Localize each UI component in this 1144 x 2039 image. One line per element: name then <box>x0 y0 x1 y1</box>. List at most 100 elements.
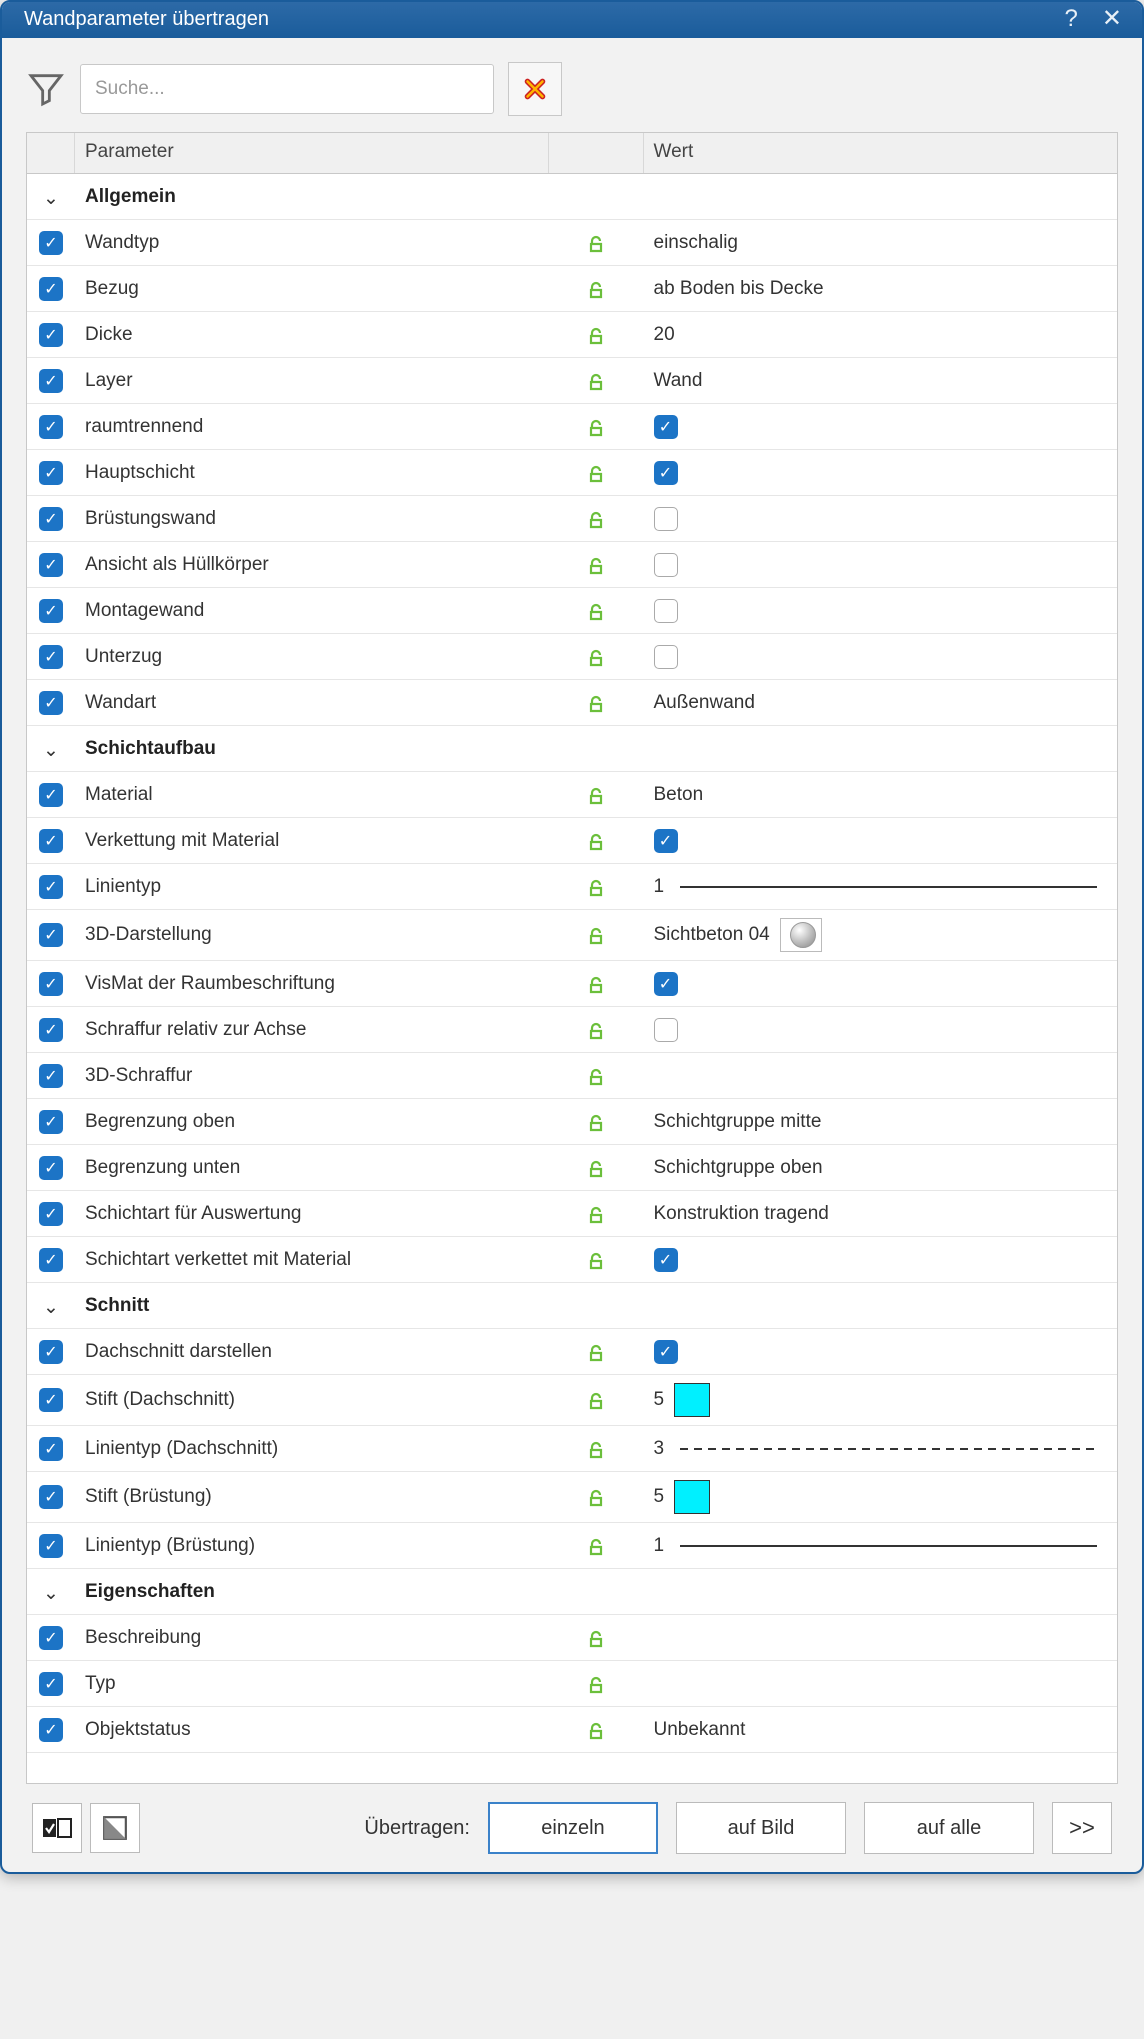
clear-search-button[interactable] <box>508 62 562 116</box>
lock-toggle[interactable] <box>549 1664 644 1704</box>
row-checkbox[interactable]: ✓ <box>39 783 63 807</box>
close-icon[interactable]: ✕ <box>1102 7 1122 31</box>
lock-toggle[interactable] <box>549 407 644 447</box>
row-checkbox[interactable]: ✓ <box>39 829 63 853</box>
row-checkbox[interactable]: ✓ <box>39 553 63 577</box>
lock-toggle[interactable] <box>549 775 644 815</box>
value-text[interactable]: ab Boden bis Decke <box>654 278 824 300</box>
lock-toggle[interactable] <box>549 1380 644 1420</box>
expand-more-button[interactable]: >> <box>1052 1802 1112 1854</box>
row-checkbox[interactable]: ✓ <box>39 1437 63 1461</box>
group-schichtaufbau[interactable]: ⌄ Schichtaufbau <box>27 726 1117 772</box>
lock-toggle[interactable] <box>549 1618 644 1658</box>
row-checkbox[interactable]: ✓ <box>39 323 63 347</box>
transfer-all-button[interactable]: auf alle <box>864 1802 1034 1854</box>
value-text[interactable]: Sichtbeton 04 <box>654 924 770 946</box>
row-checkbox[interactable]: ✓ <box>39 1485 63 1509</box>
row-checkbox[interactable]: ✓ <box>39 1248 63 1272</box>
chevron-down-icon[interactable]: ⌄ <box>39 1296 63 1319</box>
row-checkbox[interactable]: ✓ <box>39 1672 63 1696</box>
value-text[interactable]: 1 <box>654 876 665 898</box>
group-allgemein[interactable]: ⌄ Allgemein <box>27 174 1117 220</box>
row-checkbox[interactable]: ✓ <box>39 1202 63 1226</box>
lock-toggle[interactable] <box>549 1194 644 1234</box>
row-checkbox[interactable]: ✓ <box>39 1110 63 1134</box>
value-text[interactable]: Beton <box>654 784 704 806</box>
lock-toggle[interactable] <box>549 637 644 677</box>
value-checkbox[interactable]: ✓ <box>654 461 678 485</box>
row-checkbox[interactable]: ✓ <box>39 231 63 255</box>
value-text[interactable]: 1 <box>654 1535 665 1557</box>
lock-toggle[interactable] <box>549 1332 644 1372</box>
toggle-all-checkboxes-button[interactable] <box>32 1803 82 1853</box>
contrast-button[interactable] <box>90 1803 140 1853</box>
lock-toggle[interactable] <box>549 1102 644 1142</box>
row-checkbox[interactable]: ✓ <box>39 1340 63 1364</box>
transfer-single-button[interactable]: einzeln <box>488 1802 658 1854</box>
lock-toggle[interactable] <box>549 223 644 263</box>
lock-toggle[interactable] <box>549 1477 644 1517</box>
row-checkbox[interactable]: ✓ <box>39 923 63 947</box>
value-checkbox[interactable] <box>654 645 678 669</box>
row-checkbox[interactable]: ✓ <box>39 645 63 669</box>
value-text[interactable]: 5 <box>654 1389 665 1411</box>
row-checkbox[interactable]: ✓ <box>39 875 63 899</box>
row-checkbox[interactable]: ✓ <box>39 461 63 485</box>
row-checkbox[interactable]: ✓ <box>39 1156 63 1180</box>
chevron-down-icon[interactable]: ⌄ <box>39 1582 63 1605</box>
lock-toggle[interactable] <box>549 269 644 309</box>
value-text[interactable]: Wand <box>654 370 703 392</box>
lock-toggle[interactable] <box>549 1710 644 1750</box>
row-checkbox[interactable]: ✓ <box>39 972 63 996</box>
lock-toggle[interactable] <box>549 499 644 539</box>
value-text[interactable]: 3 <box>654 1438 665 1460</box>
value-text[interactable]: 20 <box>654 324 675 346</box>
pen-color-swatch[interactable] <box>674 1480 710 1514</box>
lock-toggle[interactable] <box>549 683 644 723</box>
chevron-down-icon[interactable]: ⌄ <box>39 739 63 762</box>
value-checkbox[interactable]: ✓ <box>654 1340 678 1364</box>
material-preview-icon[interactable] <box>780 918 822 952</box>
value-checkbox[interactable]: ✓ <box>654 829 678 853</box>
lock-toggle[interactable] <box>549 591 644 631</box>
row-checkbox[interactable]: ✓ <box>39 691 63 715</box>
value-text[interactable]: Schichtgruppe oben <box>654 1157 823 1179</box>
column-parameter[interactable]: Parameter <box>75 133 549 173</box>
row-checkbox[interactable]: ✓ <box>39 507 63 531</box>
row-checkbox[interactable]: ✓ <box>39 1018 63 1042</box>
lock-toggle[interactable] <box>549 964 644 1004</box>
value-text[interactable]: Unbekannt <box>654 1719 746 1741</box>
row-checkbox[interactable]: ✓ <box>39 599 63 623</box>
lock-toggle[interactable] <box>549 361 644 401</box>
lock-toggle[interactable] <box>549 1526 644 1566</box>
group-eigenschaften[interactable]: ⌄ Eigenschaften <box>27 1569 1117 1615</box>
value-checkbox[interactable] <box>654 599 678 623</box>
value-checkbox[interactable] <box>654 507 678 531</box>
value-checkbox[interactable] <box>654 1018 678 1042</box>
row-checkbox[interactable]: ✓ <box>39 1388 63 1412</box>
row-checkbox[interactable]: ✓ <box>39 1718 63 1742</box>
row-checkbox[interactable]: ✓ <box>39 1626 63 1650</box>
lock-toggle[interactable] <box>549 1148 644 1188</box>
row-checkbox[interactable]: ✓ <box>39 277 63 301</box>
lock-toggle[interactable] <box>549 821 644 861</box>
value-text[interactable]: Außenwand <box>654 692 755 714</box>
lock-toggle[interactable] <box>549 1429 644 1469</box>
row-checkbox[interactable]: ✓ <box>39 369 63 393</box>
value-checkbox[interactable] <box>654 553 678 577</box>
help-icon[interactable]: ? <box>1065 7 1078 31</box>
lock-toggle[interactable] <box>549 915 644 955</box>
value-text[interactable]: einschalig <box>654 232 739 254</box>
search-input[interactable] <box>80 64 494 114</box>
pen-color-swatch[interactable] <box>674 1383 710 1417</box>
value-checkbox[interactable]: ✓ <box>654 972 678 996</box>
lock-toggle[interactable] <box>549 867 644 907</box>
value-text[interactable]: Konstruktion tragend <box>654 1203 829 1225</box>
lock-toggle[interactable] <box>549 545 644 585</box>
column-value[interactable]: Wert <box>644 133 1118 173</box>
lock-toggle[interactable] <box>549 453 644 493</box>
transfer-image-button[interactable]: auf Bild <box>676 1802 846 1854</box>
value-text[interactable]: Schichtgruppe mitte <box>654 1111 822 1133</box>
row-checkbox[interactable]: ✓ <box>39 1534 63 1558</box>
value-text[interactable]: 5 <box>654 1486 665 1508</box>
